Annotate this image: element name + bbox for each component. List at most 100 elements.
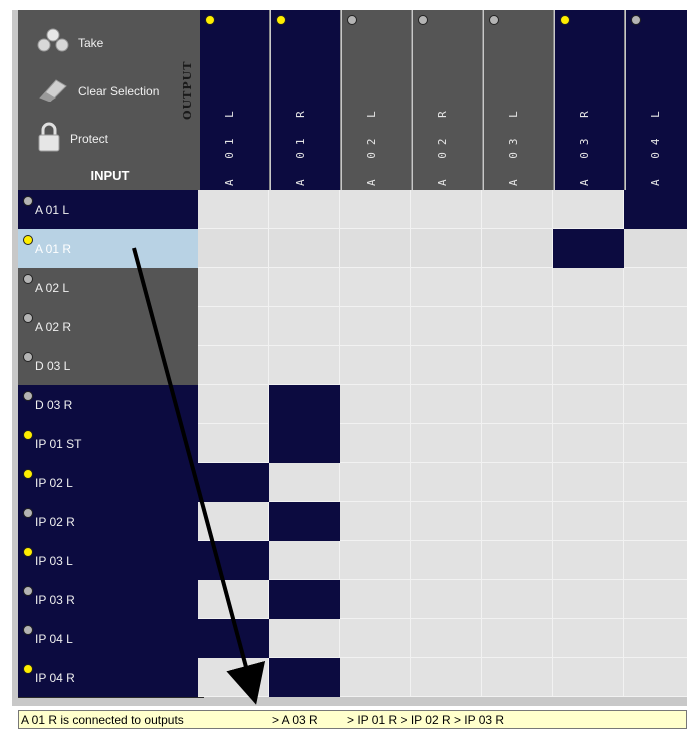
crosspoint[interactable]: [482, 463, 553, 502]
crosspoint[interactable]: [411, 463, 482, 502]
crosspoint[interactable]: [411, 268, 482, 307]
crosspoint[interactable]: [553, 190, 624, 229]
crosspoint[interactable]: [411, 658, 482, 697]
crosspoint-active[interactable]: [269, 580, 340, 619]
crosspoint[interactable]: [553, 424, 624, 463]
output-header[interactable]: A 01 R: [271, 10, 341, 190]
crosspoint[interactable]: [624, 229, 687, 268]
input-header[interactable]: IP 04 L: [18, 619, 204, 659]
crosspoint[interactable]: [482, 424, 553, 463]
crosspoint-active[interactable]: [198, 619, 269, 658]
crosspoint[interactable]: [198, 658, 269, 697]
crosspoint[interactable]: [198, 346, 269, 385]
crosspoint[interactable]: [411, 580, 482, 619]
crosspoint[interactable]: [269, 619, 340, 658]
crosspoint[interactable]: [269, 346, 340, 385]
crosspoint[interactable]: [269, 307, 340, 346]
crosspoint[interactable]: [269, 268, 340, 307]
output-header[interactable]: A 01 L: [200, 10, 270, 190]
crosspoint[interactable]: [340, 658, 411, 697]
crosspoint[interactable]: [340, 541, 411, 580]
crosspoint[interactable]: [482, 580, 553, 619]
crosspoint[interactable]: [198, 385, 269, 424]
protect-button[interactable]: Protect: [36, 122, 108, 155]
crosspoint[interactable]: [482, 190, 553, 229]
crosspoint[interactable]: [198, 190, 269, 229]
crosspoint-active[interactable]: [269, 502, 340, 541]
crosspoint[interactable]: [553, 502, 624, 541]
input-header[interactable]: D 03 R: [18, 385, 204, 425]
crosspoint[interactable]: [553, 619, 624, 658]
crosspoint[interactable]: [198, 424, 269, 463]
crosspoint[interactable]: [482, 658, 553, 697]
crosspoint[interactable]: [411, 541, 482, 580]
crosspoint[interactable]: [340, 424, 411, 463]
clear-selection-button[interactable]: Clear Selection: [36, 76, 159, 105]
input-header[interactable]: D 03 L: [18, 346, 204, 386]
crosspoint[interactable]: [553, 346, 624, 385]
crosspoint[interactable]: [411, 424, 482, 463]
crosspoint[interactable]: [340, 307, 411, 346]
crosspoint[interactable]: [269, 229, 340, 268]
crosspoint[interactable]: [482, 502, 553, 541]
input-header[interactable]: IP 04 R: [18, 658, 204, 698]
crosspoint[interactable]: [624, 580, 687, 619]
crosspoint[interactable]: [624, 385, 687, 424]
input-header[interactable]: IP 02 R: [18, 502, 204, 542]
crosspoint[interactable]: [340, 190, 411, 229]
crosspoint[interactable]: [624, 268, 687, 307]
crosspoint[interactable]: [411, 619, 482, 658]
output-header[interactable]: A 04 L: [626, 10, 687, 190]
crosspoint[interactable]: [411, 190, 482, 229]
input-header[interactable]: IP 01 ST: [18, 424, 204, 464]
crosspoint[interactable]: [553, 307, 624, 346]
crosspoint[interactable]: [340, 463, 411, 502]
crosspoint[interactable]: [553, 541, 624, 580]
crosspoint[interactable]: [340, 385, 411, 424]
crosspoint-active[interactable]: [624, 190, 687, 229]
crosspoint[interactable]: [198, 580, 269, 619]
crosspoint[interactable]: [482, 619, 553, 658]
crosspoint[interactable]: [624, 463, 687, 502]
crosspoint[interactable]: [482, 307, 553, 346]
crosspoint-active[interactable]: [198, 541, 269, 580]
crosspoint[interactable]: [553, 658, 624, 697]
crosspoint[interactable]: [624, 502, 687, 541]
crosspoint[interactable]: [340, 502, 411, 541]
crosspoint[interactable]: [340, 619, 411, 658]
crosspoint-active[interactable]: [553, 229, 624, 268]
crosspoint[interactable]: [553, 385, 624, 424]
crosspoint-active[interactable]: [198, 463, 269, 502]
crosspoint-active[interactable]: [269, 424, 340, 463]
input-header[interactable]: A 02 L: [18, 268, 204, 308]
crosspoint[interactable]: [624, 346, 687, 385]
crosspoint[interactable]: [198, 307, 269, 346]
input-header[interactable]: IP 03 L: [18, 541, 204, 581]
input-header[interactable]: A 01 L: [18, 190, 204, 230]
crosspoint-active[interactable]: [269, 658, 340, 697]
crosspoint[interactable]: [411, 385, 482, 424]
crosspoint[interactable]: [624, 619, 687, 658]
crosspoint[interactable]: [553, 580, 624, 619]
crosspoint[interactable]: [411, 346, 482, 385]
crosspoint[interactable]: [340, 268, 411, 307]
crosspoint[interactable]: [553, 463, 624, 502]
crosspoint[interactable]: [198, 229, 269, 268]
crosspoint[interactable]: [624, 424, 687, 463]
input-header[interactable]: A 02 R: [18, 307, 204, 347]
input-header[interactable]: IP 02 L: [18, 463, 204, 503]
output-header[interactable]: A 03 L: [484, 10, 554, 190]
crosspoint[interactable]: [340, 229, 411, 268]
crosspoint[interactable]: [198, 268, 269, 307]
crosspoint[interactable]: [482, 229, 553, 268]
crosspoint-active[interactable]: [269, 385, 340, 424]
input-header[interactable]: IP 03 R: [18, 580, 204, 620]
crosspoint[interactable]: [198, 502, 269, 541]
take-button[interactable]: Take: [36, 28, 103, 57]
crosspoint[interactable]: [411, 229, 482, 268]
crosspoint[interactable]: [482, 268, 553, 307]
crosspoint[interactable]: [482, 346, 553, 385]
crosspoint[interactable]: [482, 385, 553, 424]
crosspoint[interactable]: [269, 190, 340, 229]
crosspoint[interactable]: [269, 463, 340, 502]
